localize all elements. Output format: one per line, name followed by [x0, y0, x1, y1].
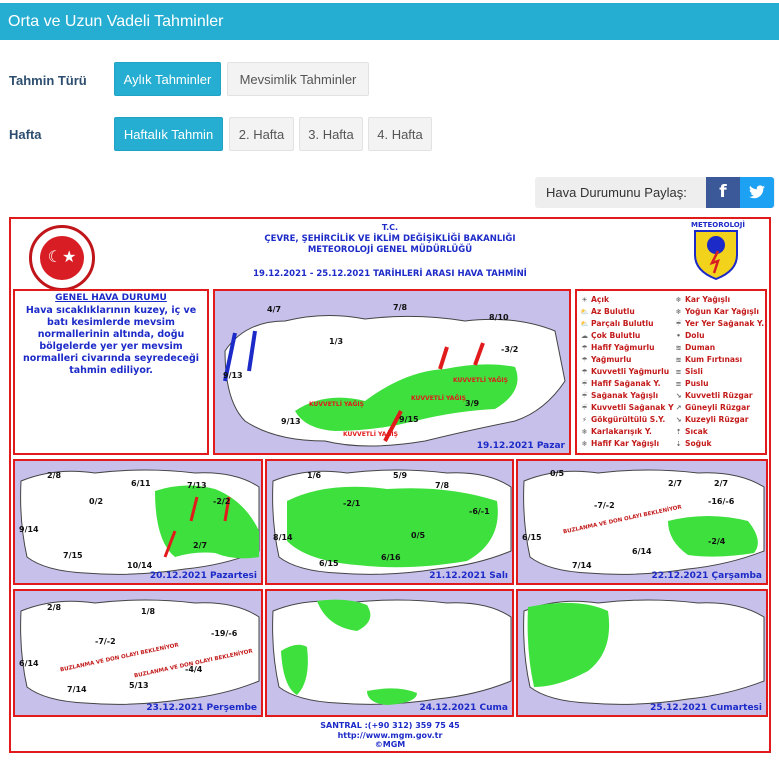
bulletin-org-line3: METEOROLOJİ GENEL MÜDÜRLÜĞÜ — [307, 245, 473, 255]
mgm-logo-icon: METEOROLOJİ — [691, 221, 745, 281]
weather-symbol-icon: ↘ — [675, 416, 682, 424]
legend-item: ☁ Çok Bulutlu — [581, 331, 641, 340]
legend-item: ≡ Puslu — [675, 379, 709, 388]
weather-symbol-icon: ⛅ — [580, 308, 589, 316]
weather-symbol-icon: ⇣ — [675, 440, 682, 448]
weather-symbol-icon: ↘ — [675, 392, 682, 400]
bulletin-org-line1: T.C. — [381, 223, 399, 232]
map-date-21-12: 21.12.2021 Salı — [429, 571, 508, 581]
page-title: Orta ve Uzun Vadeli Tahminler — [8, 13, 224, 30]
weather-symbol-icon: ☔ — [581, 392, 588, 400]
bulletin-footer-copy: ©MGM — [374, 740, 406, 749]
week-3-button[interactable]: 3. Hafta — [299, 117, 363, 151]
legend-item: ↗ Güneyli Rüzgar — [675, 403, 750, 412]
legend-item: ⛅ Parçalı Bulutlu — [580, 319, 654, 328]
general-weather-box: GENEL HAVA DURUMU Hava sıcaklıklarının k… — [13, 289, 209, 455]
bulletin-footer-url: http://www.mgm.gov.tr — [337, 731, 443, 740]
legend-item: ⛅ Az Bulutlu — [580, 307, 635, 316]
map-panel-24-12: 24.12.2021 Cuma — [265, 589, 514, 717]
main-map-panel: 4/7 7/8 8/10 1/3 -3/2 9/13 3/9 9/13 9/15… — [213, 289, 571, 455]
share-bar: Hava Durumunu Paylaş: f — [535, 177, 775, 208]
weather-symbol-icon: ☔ — [675, 320, 682, 328]
legend-item: ⇣ Soğuk — [675, 439, 712, 448]
weather-symbol-icon: ☔ — [581, 404, 588, 412]
map-date-22-12: 22.12.2021 Çarşamba — [651, 571, 762, 581]
seasonal-forecast-button[interactable]: Mevsimlik Tahminler — [227, 62, 369, 96]
weather-symbol-icon: ❄ — [581, 428, 588, 436]
weather-symbol-icon: ☁ — [581, 332, 588, 340]
weather-symbol-icon: ☂ — [581, 356, 588, 364]
weekly-forecast-button[interactable]: Haftalık Tahmin — [114, 117, 223, 151]
map-panel-21-12: 1/6 5/9 7/8 -2/1 -6/-1 8/14 0/5 6/15 6/1… — [265, 459, 514, 585]
weather-symbol-icon: ≡ — [675, 380, 682, 388]
map-date-24-12: 24.12.2021 Cuma — [419, 703, 508, 713]
legend-item: ❄ Hafif Kar Yağışlı — [581, 439, 660, 448]
weather-symbol-icon: ≋ — [675, 356, 682, 364]
weather-symbol-icon: ⚡ — [582, 416, 587, 424]
weather-symbol-icon: ⇡ — [675, 428, 682, 436]
forecast-bulletin-image: ☾★ T.C. ÇEVRE, ŞEHİRCİLİK VE İKLİM DEĞİŞ… — [9, 217, 771, 753]
weather-symbol-icon: ❄ — [675, 296, 682, 304]
weather-symbol-icon: ☂ — [581, 344, 588, 352]
week-label: Hafta — [9, 127, 42, 142]
page-header: Orta ve Uzun Vadeli Tahminler — [0, 3, 779, 40]
forecast-type-label: Tahmin Türü — [9, 73, 87, 88]
weather-symbol-icon: ☀ — [581, 296, 588, 304]
weather-symbol-icon: ❄ — [675, 308, 682, 316]
legend-item: ❄ Karlakarışık Y. — [581, 427, 652, 436]
monthly-forecast-button[interactable]: Aylık Tahminler — [114, 62, 221, 96]
legend-item: ☔ Hafif Sağanak Y. — [581, 379, 661, 388]
legend-item: ☂ Yağmurlu — [581, 355, 632, 364]
legend-item: ☀ Açık — [581, 295, 610, 304]
general-weather-text: Hava sıcaklıklarının kuzey, iç ve batı k… — [23, 305, 199, 376]
weather-symbol-icon: ☂ — [581, 368, 588, 376]
weather-legend: ☀ Açık ⛅ Az Bulutlu ⛅ Parçalı Bulutlu ☁ Çok Bul… — [575, 289, 767, 455]
general-weather-title: GENEL HAVA DURUMU — [55, 293, 167, 303]
weather-symbol-icon: ≡ — [675, 368, 682, 376]
weather-symbol-icon: ❄ — [581, 440, 588, 448]
legend-item: ≡ Sisli — [675, 367, 703, 376]
map-date-20-12: 20.12.2021 Pazartesi — [149, 571, 257, 581]
map-panel-20-12: 2/8 6/11 7/13 0/2 -2/2 9/14 7/15 2/7 10/… — [13, 459, 263, 585]
map-date-25-12: 25.12.2021 Cumartesi — [650, 703, 762, 713]
legend-item: ⇡ Sıcak — [675, 427, 708, 436]
weather-symbol-icon: • — [676, 332, 681, 340]
week-2-button[interactable]: 2. Hafta — [229, 117, 294, 151]
bulletin-footer-phone: SANTRAL :(+90 312) 359 75 45 — [320, 721, 460, 730]
map-panel-25-12: 25.12.2021 Cumartesi — [516, 589, 768, 717]
legend-item: ❄ Kar Yağışlı — [675, 295, 731, 304]
legend-item: ≋ Kum Fırtınası — [675, 355, 743, 364]
bulletin-date-range: 19.12.2021 - 25.12.2021 TARİHLERİ ARASI … — [253, 269, 527, 279]
map-panel-23-12: 2/8 1/8 -7/-2 -19/-6 6/14 -4/4 5/13 7/14… — [13, 589, 263, 717]
legend-item: ☔ Kuvvetli Sağanak Y — [581, 403, 674, 412]
weather-symbol-icon: ≋ — [675, 344, 682, 352]
weather-symbol-icon: ⛅ — [580, 320, 589, 328]
weather-symbol-icon: ☔ — [581, 380, 588, 388]
legend-item: ☔ Yer Yer Sağanak Y. — [675, 319, 765, 328]
legend-item: ↘ Kuzeyli Rüzgar — [675, 415, 749, 424]
bulletin-org-line2: ÇEVRE, ŞEHİRCİLİK VE İKLİM DEĞİŞİKLİĞİ B… — [264, 234, 516, 244]
legend-item: ☂ Hafif Yağmurlu — [581, 343, 655, 352]
legend-item: ☔ Sağanak Yağışlı — [581, 391, 659, 400]
legend-item: ❄ Yoğun Kar Yağışlı — [675, 307, 759, 316]
legend-item: ☂ Kuvvetli Yağmurlu — [581, 367, 670, 376]
map-date-23-12: 23.12.2021 Perşembe — [146, 703, 257, 713]
legend-item: ⚡ Gökgürültülü S.Y. — [580, 415, 665, 424]
week-4-button[interactable]: 4. Hafta — [368, 117, 432, 151]
map-panel-22-12: 0/5 2/7 2/7 -7/-2 -16/-6 6/15 -2/4 6/14 … — [516, 459, 768, 585]
legend-item: ↘ Kuvvetli Rüzgar — [675, 391, 753, 400]
legend-item: • Dolu — [674, 331, 704, 340]
share-label: Hava Durumunu Paylaş: — [546, 185, 687, 200]
weather-symbol-icon: ↗ — [675, 404, 682, 412]
legend-item: ≋ Duman — [675, 343, 716, 352]
facebook-share-icon[interactable]: f — [706, 177, 740, 208]
main-map-date: 19.12.2021 Pazar — [476, 441, 565, 451]
twitter-share-icon[interactable] — [740, 177, 774, 208]
